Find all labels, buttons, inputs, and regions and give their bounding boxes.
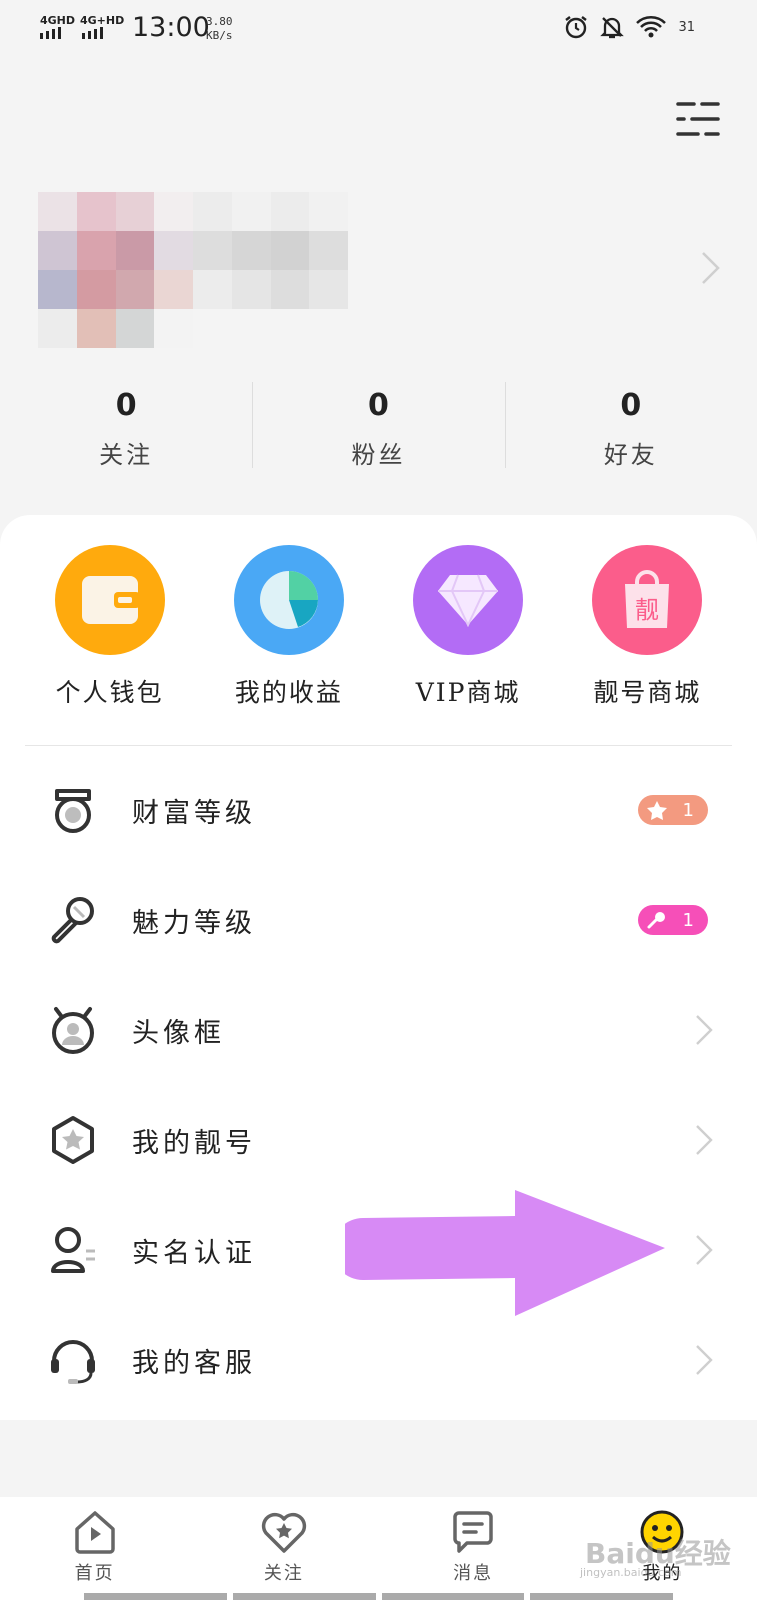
tab-home[interactable]: 首页 [0, 1497, 189, 1600]
tab-label: 消息 [453, 1563, 494, 1584]
id-verify-icon [51, 1227, 95, 1273]
hexagon-star-icon [52, 1116, 94, 1164]
annotation-arrow-icon [345, 1190, 665, 1316]
bell-off-icon [600, 17, 624, 39]
divider [25, 745, 732, 746]
shortcut-label: 靓号商城 [593, 678, 702, 707]
speed-unit: KB/s [206, 29, 233, 42]
shortcut-label: 我的收益 [234, 678, 343, 707]
stat-value: 0 [620, 388, 642, 423]
tab-label: 首页 [74, 1563, 115, 1584]
home-icon [74, 1511, 115, 1554]
stat-following[interactable]: 0 关注 [0, 380, 252, 480]
menu-label: 实名认证 [132, 1237, 256, 1269]
menu-label: 我的客服 [132, 1347, 256, 1379]
wallet-icon [54, 545, 165, 655]
badge-value: 1 [682, 909, 694, 931]
microphone-icon [51, 897, 94, 944]
badge-value: 1 [682, 799, 694, 821]
clock: 13:00 [132, 12, 210, 43]
menu-item-wealth-level[interactable]: 财富等级 1 [0, 755, 757, 865]
heart-star-icon [261, 1512, 307, 1553]
network-indicator-2: 4G+HD [80, 14, 125, 27]
status-icons [563, 14, 667, 40]
system-nav-bar [0, 1593, 757, 1600]
menu-item-my-number[interactable]: 我的靓号 [0, 1085, 757, 1195]
shortcut-number-mall[interactable]: 靓 靓号商城 [567, 545, 727, 709]
tab-label: 关注 [263, 1563, 304, 1584]
chevron-right-icon [696, 1015, 713, 1045]
bag-text: 靓 [635, 596, 659, 624]
shortcut-label: VIP商城 [415, 678, 521, 707]
menu-item-avatar-frame[interactable]: 头像框 [0, 975, 757, 1085]
menu-label: 我的靓号 [132, 1127, 256, 1159]
menu-item-customer-service[interactable]: 我的客服 [0, 1305, 757, 1415]
chevron-right-icon [696, 1125, 713, 1155]
shortcut-wallet[interactable]: 个人钱包 [30, 545, 190, 709]
signal-icon [82, 27, 103, 39]
network-speed: 3.80 KB/s [206, 15, 233, 43]
message-icon [453, 1511, 493, 1553]
stat-value: 0 [368, 388, 389, 423]
watermark-url: jingyan.baidu.com [580, 1566, 682, 1579]
chevron-right-icon[interactable] [700, 250, 722, 286]
profile-stats: 0 关注 0 粉丝 0 好友 [0, 380, 757, 480]
stat-label: 好友 [603, 441, 658, 469]
menu-label: 财富等级 [132, 797, 256, 829]
headset-icon [51, 1340, 95, 1384]
stat-friends[interactable]: 0 好友 [504, 380, 757, 480]
menu-label: 头像框 [132, 1017, 225, 1049]
shopping-bag-icon: 靓 [592, 545, 703, 655]
stat-label: 关注 [99, 441, 154, 469]
charm-level-badge: 1 [638, 905, 708, 935]
speed-value: 3.80 [206, 15, 233, 28]
shortcut-vip-mall[interactable]: VIP商城 [388, 545, 548, 709]
settings-sliders-icon[interactable] [676, 100, 720, 138]
alarm-icon [565, 16, 587, 39]
pie-chart-icon [233, 545, 344, 655]
chevron-right-icon [696, 1345, 713, 1375]
star-icon [647, 801, 667, 820]
diamond-icon [413, 545, 524, 655]
wifi-icon [636, 16, 666, 38]
network-indicator-1: 4GHD [40, 14, 76, 27]
signal-icon [40, 27, 61, 39]
battery-level: 31 [678, 20, 695, 35]
chevron-right-icon [696, 1235, 713, 1265]
shortcut-label: 个人钱包 [55, 678, 164, 707]
avatar-frame-icon [52, 1007, 94, 1054]
menu-label: 魅力等级 [132, 907, 256, 939]
menu-item-charm-level[interactable]: 魅力等级 1 [0, 865, 757, 975]
stat-label: 粉丝 [351, 441, 406, 469]
tab-follow[interactable]: 关注 [189, 1497, 378, 1600]
tab-messages[interactable]: 消息 [379, 1497, 568, 1600]
stat-fans[interactable]: 0 粉丝 [252, 380, 504, 480]
shortcut-row: 个人钱包 我的收益 VIP商城 靓 靓号商城 [0, 545, 757, 709]
status-bar: 4GHD 4G+HD 13:00 3.80 KB/s 31 [0, 0, 757, 60]
shortcut-earnings[interactable]: 我的收益 [209, 545, 369, 709]
stat-value: 0 [115, 388, 137, 423]
medal-icon [55, 789, 91, 833]
wealth-level-badge: 1 [638, 795, 708, 825]
avatar[interactable] [38, 192, 348, 348]
microphone-icon [647, 912, 665, 929]
